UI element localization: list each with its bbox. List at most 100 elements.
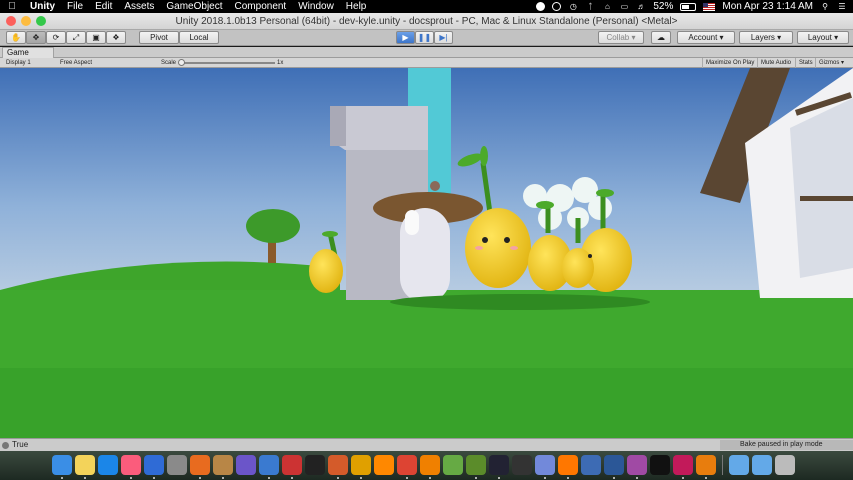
app-store-icon[interactable] [98, 455, 118, 475]
green-block-icon[interactable] [466, 455, 486, 479]
rotate-tool-icon[interactable]: ⟳ [46, 31, 66, 44]
scale-slider-knob[interactable] [178, 59, 185, 66]
chrome-canary-icon[interactable] [259, 455, 279, 479]
game-view-viewport[interactable] [0, 68, 853, 438]
notes-icon[interactable] [75, 455, 95, 479]
discord-icon[interactable] [535, 455, 555, 479]
scale-slider[interactable] [178, 59, 275, 66]
sync-icon[interactable] [552, 2, 562, 11]
bluetooth-icon[interactable]: ᛏ [585, 2, 595, 11]
terminal-icon[interactable] [305, 455, 325, 475]
tab-game[interactable]: Game [2, 47, 54, 58]
gizmos-dropdown[interactable]: Gizmos [815, 58, 847, 68]
account-label: Account [688, 33, 718, 42]
system-preferences-icon[interactable] [167, 455, 187, 475]
close-window-icon[interactable] [6, 16, 16, 26]
layers-dropdown[interactable]: Layers [739, 31, 793, 44]
word-icon[interactable] [604, 455, 624, 479]
console-last-message[interactable]: True [12, 439, 28, 451]
github-icon[interactable] [650, 455, 670, 475]
unity-icon[interactable] [512, 455, 532, 475]
menu-component[interactable]: Component [229, 1, 293, 12]
volume-icon[interactable]: ♬ [636, 2, 646, 11]
app-menu[interactable]: Unity [24, 1, 61, 12]
git-icon[interactable] [328, 455, 348, 479]
apple-menu-icon[interactable]:  [0, 1, 24, 12]
character-shadows [390, 294, 650, 310]
minimize-window-icon[interactable] [21, 16, 31, 26]
play-button[interactable]: ▶ [396, 31, 415, 44]
input-source-flag-icon[interactable] [703, 2, 716, 11]
macos-menu-bar:  Unity File Edit Assets GameObject Comp… [0, 0, 853, 13]
folder-icon[interactable] [729, 455, 749, 475]
game-tab-strip: Game [0, 47, 853, 58]
scale-label: Scale [161, 60, 177, 66]
macos-dock [0, 451, 853, 480]
steam-icon[interactable] [489, 455, 509, 479]
time-machine-icon[interactable]: ◷ [568, 2, 578, 11]
magnet-icon[interactable] [627, 455, 647, 479]
window-title-bar: Unity 2018.1.0b13 Personal (64bit) - dev… [0, 13, 853, 30]
tab-game-label: Game [7, 48, 29, 57]
menu-help[interactable]: Help [340, 1, 373, 12]
battery-percent[interactable]: 52% [653, 1, 673, 12]
scale-tool-icon[interactable]: ⤢ [66, 31, 86, 44]
spotlight-search-icon[interactable]: ⚲ [820, 2, 830, 11]
hand-tool-icon[interactable]: ✋ [6, 31, 26, 44]
notification-center-icon[interactable]: ☰ [837, 2, 847, 11]
xcode-2-icon[interactable] [581, 455, 601, 475]
window-title: Unity 2018.1.0b13 Personal (64bit) - dev… [175, 16, 678, 27]
fire-icon[interactable] [558, 455, 578, 479]
status-circle-icon[interactable] [536, 2, 546, 11]
xcode-icon[interactable] [144, 455, 164, 479]
mute-audio-toggle[interactable]: Mute Audio [757, 58, 794, 68]
vlc-icon[interactable] [420, 455, 440, 479]
menu-file[interactable]: File [61, 1, 89, 12]
sublime-icon[interactable] [374, 455, 394, 475]
finder-icon[interactable] [52, 455, 72, 479]
pivot-toggle-button[interactable]: Pivot [139, 31, 179, 44]
aspect-dropdown[interactable]: Free Aspect [56, 58, 156, 68]
potato-character-back [562, 248, 594, 288]
local-toggle-button[interactable]: Local [179, 31, 219, 44]
layout-dropdown[interactable]: Layout [797, 31, 849, 44]
menu-assets[interactable]: Assets [118, 1, 160, 12]
firefox-icon[interactable] [190, 455, 210, 479]
chrome-icon[interactable] [397, 455, 417, 479]
maximize-on-play-toggle[interactable]: Maximize On Play [702, 58, 757, 68]
minecraft-icon[interactable] [443, 455, 463, 475]
rider-icon[interactable] [673, 455, 693, 479]
airplay-icon[interactable]: ▭ [619, 2, 629, 11]
menu-gameobject[interactable]: GameObject [160, 1, 228, 12]
tree-canopy [246, 209, 300, 243]
trash-icon[interactable] [775, 455, 795, 475]
wifi-icon[interactable]: ⌂ [602, 2, 612, 11]
transform-tool-icon[interactable]: ❖ [106, 31, 126, 44]
cloud-services-icon[interactable]: ☁ [651, 31, 671, 44]
blender-icon[interactable] [696, 455, 716, 479]
dock-icon-list [52, 455, 795, 479]
display-dropdown[interactable]: Display 1 [2, 58, 57, 68]
rect-tool-icon[interactable]: ▣ [86, 31, 106, 44]
battery-icon[interactable] [680, 2, 697, 11]
game-scene-render [0, 68, 853, 438]
jam-icon[interactable] [351, 455, 371, 479]
stats-toggle[interactable]: Stats [795, 58, 816, 68]
menu-edit[interactable]: Edit [89, 1, 118, 12]
console-info-icon[interactable] [2, 442, 9, 449]
guitar-icon[interactable] [213, 455, 233, 479]
game-icon[interactable] [282, 455, 302, 479]
zoom-window-icon[interactable] [36, 16, 46, 26]
collab-dropdown[interactable]: Collab [598, 31, 644, 44]
move-tool-icon[interactable]: ✥ [26, 31, 46, 44]
house-wall-shade [790, 98, 853, 278]
potato-character-far-left [309, 249, 343, 293]
visual-studio-icon[interactable] [236, 455, 256, 475]
folder-2-icon[interactable] [752, 455, 772, 475]
menubar-clock[interactable]: Mon Apr 23 1:14 AM [722, 1, 813, 12]
pause-button[interactable]: ❚❚ [415, 31, 434, 44]
step-button[interactable]: ▶| [434, 31, 453, 44]
menu-window[interactable]: Window [292, 1, 340, 12]
account-dropdown[interactable]: Account [677, 31, 735, 44]
itunes-icon[interactable] [121, 455, 141, 479]
